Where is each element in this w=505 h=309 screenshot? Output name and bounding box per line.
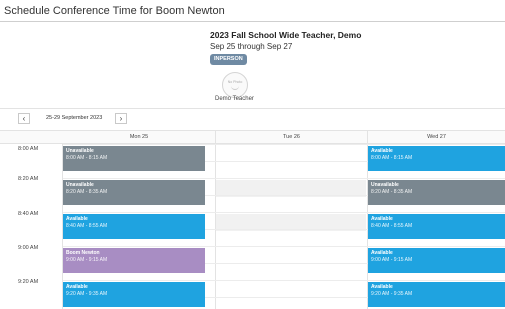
- mode-badge: INPERSON: [210, 54, 247, 65]
- divider: [0, 108, 505, 109]
- chevron-left-icon: ‹: [22, 114, 26, 123]
- time-label: 8:40 AM: [18, 211, 39, 217]
- grid-line: [63, 144, 505, 145]
- calendar-header: Mon 25 Tue 26 Wed 27: [0, 130, 505, 145]
- avatar-placeholder-icon: [231, 86, 239, 90]
- event-title: 2023 Fall School Wide Teacher, Demo: [210, 30, 362, 40]
- slot-time: 9:00 AM - 9:15 AM: [371, 257, 413, 263]
- slot-title: Available: [371, 216, 393, 222]
- next-week-button[interactable]: ›: [115, 113, 127, 124]
- slot-title: Available: [371, 284, 393, 290]
- week-range-label: 25-29 September 2023: [46, 115, 103, 121]
- day-header-wed: Wed 27: [367, 131, 505, 145]
- slot-title: Unavailable: [66, 182, 94, 188]
- day-header-tue: Tue 26: [215, 131, 367, 145]
- slot-time: 9:20 AM - 9:35 AM: [371, 291, 413, 297]
- avatar-placeholder-text: No Photo: [227, 80, 243, 84]
- slot-title: Available: [371, 148, 393, 154]
- slot-title: Available: [371, 250, 393, 256]
- avatar: No Photo: [222, 72, 248, 98]
- slot-title: Unavailable: [66, 148, 94, 154]
- slot-available[interactable]: Available 9:00 AM - 9:15 AM: [368, 248, 505, 273]
- slot-time: 8:00 AM - 8:15 AM: [371, 155, 413, 161]
- slot-available[interactable]: Available 8:40 AM - 8:55 AM: [368, 214, 505, 239]
- prev-week-button[interactable]: ‹: [18, 113, 30, 124]
- slot-available[interactable]: Available 8:40 AM - 8:55 AM: [63, 214, 205, 239]
- slot-title: Available: [66, 284, 88, 290]
- time-label: 8:20 AM: [18, 176, 39, 182]
- time-label: 9:20 AM: [18, 279, 39, 285]
- dialog-title: Schedule Conference Time for Boom Newton: [0, 0, 505, 22]
- teacher-name: Demo Teacher: [215, 96, 254, 102]
- day-header-mon: Mon 25: [129, 134, 149, 140]
- slot-time: 8:40 AM - 8:55 AM: [371, 223, 413, 229]
- slot-unavailable: Unavailable 8:20 AM - 8:35 AM: [63, 180, 205, 205]
- slot-available[interactable]: Available 8:00 AM - 8:15 AM: [368, 146, 505, 171]
- slot-unavailable: Unavailable 8:00 AM - 8:15 AM: [63, 146, 205, 171]
- slot-available[interactable]: Available 9:20 AM - 9:35 AM: [63, 282, 205, 307]
- chevron-right-icon: ›: [119, 114, 123, 123]
- grid-line: [63, 212, 505, 213]
- slot-time: 8:00 AM - 8:15 AM: [66, 155, 108, 161]
- slot-time: 9:00 AM - 9:15 AM: [66, 257, 108, 263]
- slot-time: 9:20 AM - 9:35 AM: [66, 291, 108, 297]
- slot-time: 8:40 AM - 8:55 AM: [66, 223, 108, 229]
- time-label: 9:00 AM: [18, 245, 39, 251]
- slot-title: Unavailable: [371, 182, 399, 188]
- slot-title: Boom Newton: [66, 250, 100, 256]
- slot-available[interactable]: Available 9:20 AM - 9:35 AM: [368, 282, 505, 307]
- time-label: 8:00 AM: [18, 146, 39, 152]
- grid-line: [63, 178, 505, 179]
- slot-time: 8:20 AM - 8:35 AM: [371, 189, 413, 195]
- slot-title: Available: [66, 216, 88, 222]
- calendar-grid: 8:00 AM 8:20 AM 8:40 AM 9:00 AM 9:20 AM …: [0, 144, 505, 309]
- slot-unavailable: Unavailable 8:20 AM - 8:35 AM: [368, 180, 505, 205]
- event-dates: Sep 25 through Sep 27: [210, 42, 293, 51]
- slot-time: 8:20 AM - 8:35 AM: [66, 189, 108, 195]
- slot-booked[interactable]: Boom Newton 9:00 AM - 9:15 AM: [63, 248, 205, 273]
- grid-line: [63, 280, 505, 281]
- grid-line: [63, 246, 505, 247]
